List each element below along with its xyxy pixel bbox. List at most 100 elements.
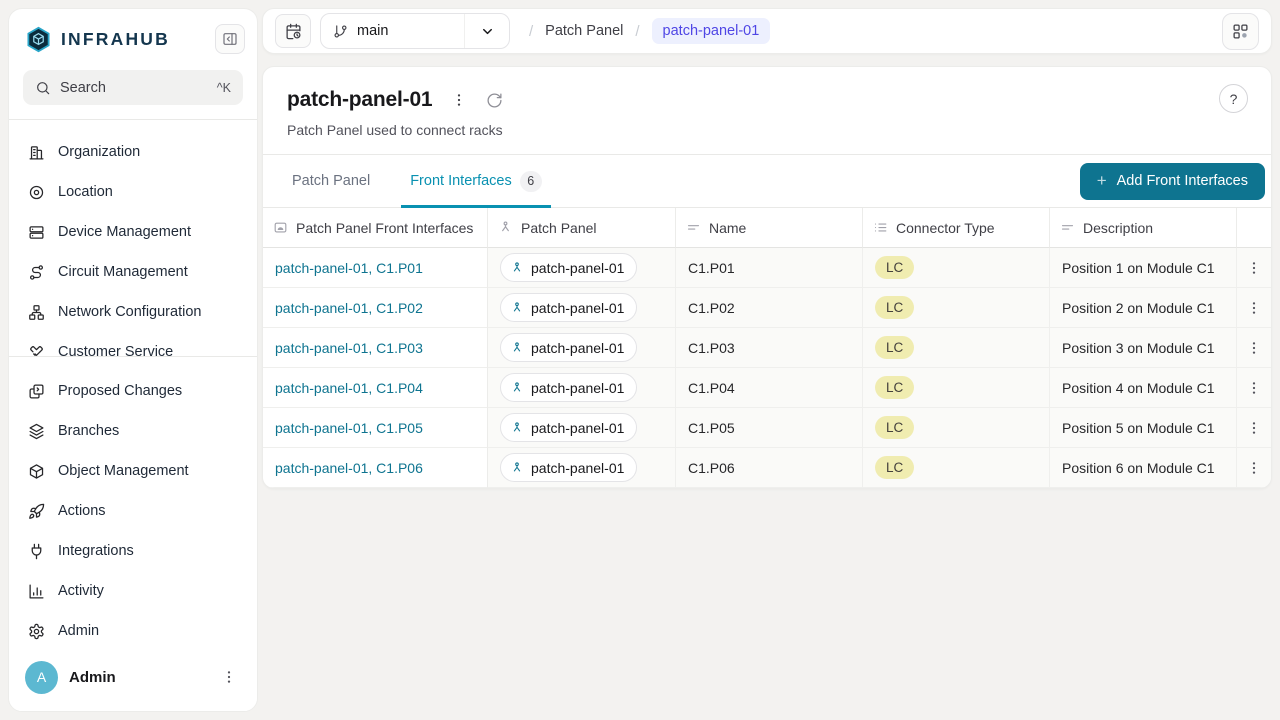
sidebar-item-admin[interactable]: Admin: [17, 611, 249, 651]
sidebar-item-integrations[interactable]: Integrations: [17, 531, 249, 571]
column-label: Name: [709, 220, 746, 236]
column-header-connector-type[interactable]: Connector Type: [863, 208, 1050, 248]
help-button[interactable]: ?: [1219, 84, 1248, 113]
date-time-button[interactable]: [275, 14, 311, 48]
tabs: Patch Panel Front Interfaces6: [283, 155, 573, 207]
patch-panel-pill[interactable]: patch-panel-01: [500, 413, 637, 442]
sidebar-menu-secondary: Proposed Changes Branches Object Managemen…: [9, 357, 257, 651]
sidebar-item-customer-service[interactable]: Customer Service: [17, 332, 249, 356]
sidebar-item-activity[interactable]: Activity: [17, 571, 249, 611]
sidebar-item-label: Branches: [58, 423, 119, 439]
brand[interactable]: INFRAHUB: [25, 26, 170, 53]
column-header-name[interactable]: Name: [676, 208, 863, 248]
user-name: Admin: [69, 669, 215, 686]
column-header-description[interactable]: Description: [1050, 208, 1237, 248]
table-cell-connector-type: LC: [863, 408, 1050, 448]
table-cell-connector-type: LC: [863, 368, 1050, 408]
sidebar-item-location[interactable]: Location: [17, 172, 249, 212]
breadcrumb-separator: /: [635, 23, 639, 40]
sidebar-item-organization[interactable]: Organization: [17, 132, 249, 172]
hierarchy-icon: [510, 341, 524, 355]
sidebar-item-branches[interactable]: Branches: [17, 411, 249, 451]
kebab-icon: [1246, 380, 1262, 396]
sidebar-item-circuit-management[interactable]: Circuit Management: [17, 252, 249, 292]
row-actions-button[interactable]: [1240, 414, 1268, 442]
row-actions-button[interactable]: [1240, 254, 1268, 282]
sidebar-item-actions[interactable]: Actions: [17, 491, 249, 531]
groups-icon: [1232, 23, 1249, 40]
column-header-patch-panel-front-interfaces[interactable]: Patch Panel Front Interfaces: [263, 208, 488, 248]
row-actions-button[interactable]: [1240, 294, 1268, 322]
interface-link[interactable]: patch-panel-01, C1.P02: [275, 300, 423, 316]
hierarchy-icon: [498, 220, 513, 235]
patch-panel-pill-label: patch-panel-01: [531, 340, 624, 356]
table-cell-description: Position 5 on Module C1: [1050, 408, 1237, 448]
branch-selector-caret[interactable]: [464, 14, 509, 48]
patch-panel-pill[interactable]: patch-panel-01: [500, 333, 637, 362]
sidebar-header: INFRAHUB: [9, 9, 257, 64]
text-icon: [686, 220, 701, 235]
row-actions-button[interactable]: [1240, 374, 1268, 402]
interface-link[interactable]: patch-panel-01, C1.P06: [275, 460, 423, 476]
table-cell-description: Position 1 on Module C1: [1050, 248, 1237, 288]
sidebar-item-network-configuration[interactable]: Network Configuration: [17, 292, 249, 332]
column-header-patch-panel[interactable]: Patch Panel: [488, 208, 676, 248]
sidebar-item-proposed-changes[interactable]: Proposed Changes: [17, 371, 249, 411]
row-actions-button[interactable]: [1240, 454, 1268, 482]
groups-button[interactable]: [1222, 13, 1259, 50]
kebab-icon: [451, 92, 467, 108]
table-cell-patch-panel: patch-panel-01: [488, 328, 676, 368]
cube-icon: [28, 463, 45, 480]
object-options-button[interactable]: [445, 86, 473, 114]
hierarchy-icon: [510, 381, 524, 395]
row-actions-button[interactable]: [1240, 334, 1268, 362]
refresh-button[interactable]: [486, 92, 503, 109]
table-cell-description: Position 2 on Module C1: [1050, 288, 1237, 328]
kebab-icon: [1246, 300, 1262, 316]
patch-panel-pill[interactable]: patch-panel-01: [500, 453, 637, 482]
table-cell-connector-type: LC: [863, 328, 1050, 368]
topbar: main / Patch Panel / patch-panel-01: [262, 8, 1272, 54]
network-icon: [28, 304, 45, 321]
column-label: Patch Panel: [521, 220, 597, 236]
page-description: Patch Panel used to connect racks: [287, 122, 1247, 138]
kebab-icon: [1246, 340, 1262, 356]
table-cell-actions: [1237, 368, 1271, 408]
infrahub-logo-icon: [25, 26, 52, 53]
patch-panel-pill[interactable]: patch-panel-01: [500, 293, 637, 322]
sidebar-item-device-management[interactable]: Device Management: [17, 212, 249, 252]
table-cell-actions: [1237, 328, 1271, 368]
main-area: main / Patch Panel / patch-panel-01 patc…: [262, 8, 1272, 489]
user-options-button[interactable]: [215, 663, 243, 691]
interface-link[interactable]: patch-panel-01, C1.P01: [275, 260, 423, 276]
branch-selector[interactable]: main: [320, 13, 510, 49]
collapse-sidebar-button[interactable]: [215, 24, 245, 54]
search-placeholder: Search: [60, 80, 208, 96]
tab-label: Patch Panel: [292, 173, 370, 189]
tab-patch-panel[interactable]: Patch Panel: [283, 155, 379, 207]
chevron-down-icon: [480, 24, 495, 39]
table-cell-name: C1.P01: [676, 248, 863, 288]
search-input[interactable]: Search ^K: [23, 70, 243, 105]
interface-link[interactable]: patch-panel-01, C1.P04: [275, 380, 423, 396]
sidebar-item-label: Integrations: [58, 543, 134, 559]
patch-panel-pill[interactable]: patch-panel-01: [500, 373, 637, 402]
tab-front-interfaces[interactable]: Front Interfaces6: [401, 155, 551, 207]
tab-count-badge: 6: [520, 171, 542, 192]
table-cell-display: patch-panel-01, C1.P06: [263, 448, 488, 488]
breadcrumb-parent[interactable]: Patch Panel: [545, 23, 623, 39]
sidebar-item-object-management[interactable]: Object Management: [17, 451, 249, 491]
interface-link[interactable]: patch-panel-01, C1.P05: [275, 420, 423, 436]
breadcrumb-current[interactable]: patch-panel-01: [652, 18, 771, 44]
add-front-interfaces-button[interactable]: + Add Front Interfaces: [1080, 163, 1265, 200]
location-icon: [28, 184, 45, 201]
patch-panel-pill[interactable]: patch-panel-01: [500, 253, 637, 282]
refresh-icon: [486, 92, 503, 109]
table-cell-description: Position 6 on Module C1: [1050, 448, 1237, 488]
connector-type-badge: LC: [875, 416, 914, 439]
table-cell-display: patch-panel-01, C1.P01: [263, 248, 488, 288]
connector-type-badge: LC: [875, 456, 914, 479]
interface-link[interactable]: patch-panel-01, C1.P03: [275, 340, 423, 356]
sidebar-footer: A Admin: [9, 651, 257, 711]
table-cell-display: patch-panel-01, C1.P05: [263, 408, 488, 448]
